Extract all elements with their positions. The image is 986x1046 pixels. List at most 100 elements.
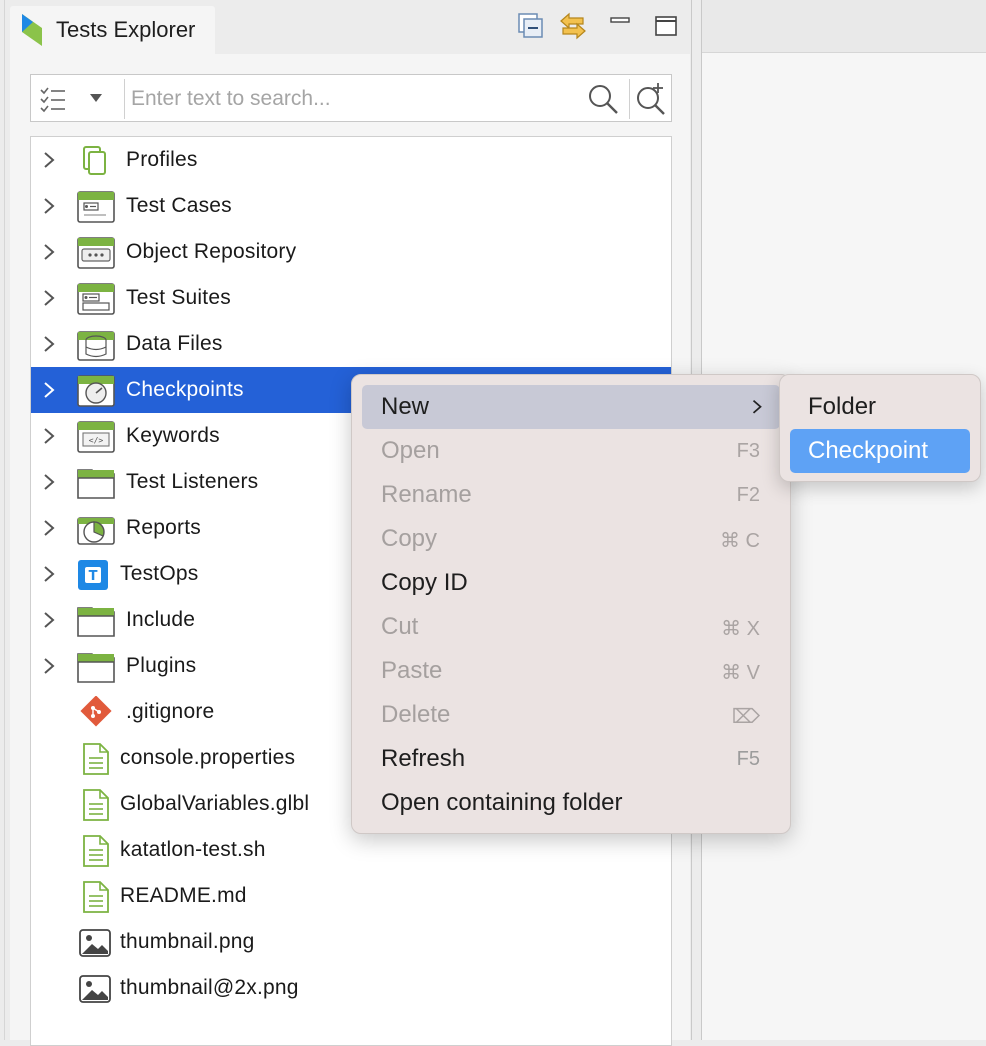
menu-item-open[interactable]: Open F3 [362,429,780,473]
tree-item-label: thumbnail@2x.png [120,976,299,999]
tree-item-label: TestOps [120,562,199,585]
divider [124,79,125,119]
collapse-all-icon[interactable] [515,10,547,42]
tree-item-label: katatlon-test.sh [120,838,266,861]
text-file-icon [76,834,116,868]
chevron-down-icon[interactable] [89,91,103,105]
tree-item-label: console.properties [120,746,296,769]
context-menu: New Open F3 Rename F2 Copy ⌘ C Copy ID Cut ⌘ X Pas… [351,374,791,834]
link-with-editor-icon[interactable] [557,10,589,42]
tree-item[interactable]: Test Cases [31,183,671,229]
menu-item-cut[interactable]: Cut ⌘ X [362,605,780,649]
menu-item-refresh[interactable]: Refresh F5 [362,737,780,781]
menu-item-copy[interactable]: Copy ⌘ C [362,517,780,561]
object-repository-icon [76,236,116,270]
minimize-icon[interactable] [607,10,639,42]
filter-checklist-icon[interactable] [39,85,67,113]
svg-text:T: T [89,569,98,584]
menu-item-copy-id[interactable]: Copy ID [362,561,780,605]
menu-item-label: Copy ID [381,569,468,596]
menu-item-shortcut: ⌦ [731,706,760,728]
panel-title: Tests Explorer [56,17,196,42]
data-files-icon [76,328,116,362]
menu-item-rename[interactable]: Rename F2 [362,473,780,517]
tree-item-label: Reports [126,516,201,539]
menu-item-label: New [381,393,430,420]
folder-icon [76,466,116,500]
menu-item-shortcut: ⌘ V [721,662,760,684]
tests-explorer-tab[interactable]: Tests Explorer [10,6,215,54]
submenu-item-folder[interactable]: Folder [790,385,970,429]
chevron-right-icon[interactable] [41,380,57,400]
tree-item[interactable]: Profiles [31,137,671,183]
search-icon[interactable] [587,83,619,115]
tree-item-label: Plugins [126,654,197,677]
text-file-icon [76,880,116,914]
tree-item[interactable]: Data Files [31,321,671,367]
tree-item-label: Object Repository [126,240,297,263]
chevron-right-icon[interactable] [41,610,57,630]
tree-item-label: Test Listeners [126,470,259,493]
new-submenu: Folder Checkpoint [779,374,981,482]
menu-item-paste[interactable]: Paste ⌘ V [362,649,780,693]
tree-item[interactable]: Object Repository [31,229,671,275]
maximize-icon[interactable] [651,10,683,42]
menu-item-shortcut: F5 [736,748,760,770]
tree-item-label: thumbnail.png [120,930,255,953]
svg-text:</>: </> [89,436,104,445]
menu-item-shortcut: ⌘ C [720,530,760,552]
tree-item-label: README.md [120,884,247,907]
chevron-right-icon[interactable] [41,656,57,676]
chevron-right-icon[interactable] [41,288,57,308]
profiles-icon [76,144,116,178]
tree-item[interactable]: Test Suites [31,275,671,321]
menu-item-label: Rename [381,481,472,508]
menu-item-label: Cut [381,613,419,640]
chevron-right-icon[interactable] [41,334,57,354]
tree-item-label: Test Cases [126,194,232,217]
tree-item-label: Keywords [126,424,220,447]
menu-item-shortcut: F3 [736,440,760,462]
advanced-search-icon[interactable] [633,81,667,115]
reports-icon [76,512,116,546]
tree-item-label: GlobalVariables.glbl [120,792,310,815]
tree-item-label: Checkpoints [126,378,244,401]
search-bar [30,74,672,122]
menu-item-new[interactable]: New [362,385,780,429]
menu-item-label: Open [381,437,440,464]
folder-icon [76,604,116,638]
tree-item-label: .gitignore [126,700,215,723]
tree-item-label: Test Suites [126,286,231,309]
chevron-right-icon[interactable] [41,472,57,492]
menu-item-label: Delete [381,701,451,728]
tree-item-label: Profiles [126,148,198,171]
search-input[interactable] [129,81,583,117]
chevron-right-icon[interactable] [41,196,57,216]
tree-item[interactable]: README.md [31,873,671,919]
chevron-right-icon[interactable] [41,242,57,262]
chevron-right-icon[interactable] [41,426,57,446]
katalon-logo-icon [22,14,42,46]
submenu-item-label: Folder [808,393,877,420]
chevron-right-icon[interactable] [41,150,57,170]
tree-item[interactable]: thumbnail.png [31,919,671,965]
image-file-icon [76,926,116,960]
text-file-icon [76,742,116,776]
image-file-icon [76,972,116,1006]
editor-tab-strip [702,0,986,53]
chevron-right-icon[interactable] [41,518,57,538]
menu-item-open-containing-folder[interactable]: Open containing folder [362,781,780,825]
chevron-right-icon[interactable] [41,564,57,584]
submenu-item-checkpoint[interactable]: Checkpoint [790,429,970,473]
menu-item-delete[interactable]: Delete ⌦ [362,693,780,737]
folder-icon [76,650,116,684]
chevron-right-icon [750,398,764,418]
checkpoints-icon [76,374,116,408]
tree-item[interactable]: thumbnail@2x.png [31,965,671,1011]
keywords-icon: </> [76,420,116,454]
menu-item-label: Paste [381,657,443,684]
tree-item-label: Include [126,608,196,631]
menu-item-label: Open containing folder [381,789,623,816]
tree-item-label: Data Files [126,332,223,355]
submenu-item-label: Checkpoint [808,437,929,464]
